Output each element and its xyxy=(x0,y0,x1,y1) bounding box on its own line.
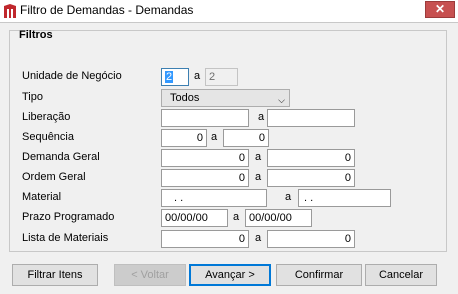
ordem-geral-label: Ordem Geral xyxy=(22,171,86,183)
lista-range-separator: a xyxy=(255,232,262,244)
material-range-separator: a xyxy=(285,191,292,203)
prazo-from-input[interactable]: 00/00/00 xyxy=(161,209,228,227)
sequencia-to-input[interactable]: 0 xyxy=(223,129,269,147)
prazo-label: Prazo Programado xyxy=(22,211,115,223)
liberacao-to-input[interactable] xyxy=(267,109,355,127)
demanda-geral-label: Demanda Geral xyxy=(22,151,100,163)
ordem-geral-range-separator: a xyxy=(255,171,262,183)
tipo-select-value: Todos xyxy=(170,92,200,104)
material-to-input[interactable]: . . xyxy=(298,189,391,207)
sequencia-label: Sequência xyxy=(22,131,74,143)
prazo-range-separator: a xyxy=(233,211,240,223)
material-from-input[interactable]: . . xyxy=(161,189,267,207)
tipo-label: Tipo xyxy=(22,91,43,103)
demanda-geral-to-input[interactable]: 0 xyxy=(267,149,355,167)
unidade-range-separator: a xyxy=(194,70,201,82)
prazo-to-input[interactable]: 00/00/00 xyxy=(245,209,312,227)
sequencia-from-input[interactable]: 0 xyxy=(161,129,207,147)
unidade-to-input: 2 xyxy=(205,68,238,86)
ordem-geral-from-input[interactable]: 0 xyxy=(161,169,249,187)
lista-to-input[interactable]: 0 xyxy=(267,230,355,248)
close-button[interactable]: ✕ xyxy=(425,1,455,18)
demanda-geral-from-input[interactable]: 0 xyxy=(161,149,249,167)
close-icon: ✕ xyxy=(434,2,446,16)
lista-label: Lista de Materiais xyxy=(22,232,109,244)
unidade-from-value: 2 xyxy=(165,71,174,83)
unidade-label: Unidade de Negócio xyxy=(22,70,122,82)
demanda-geral-range-separator: a xyxy=(255,151,262,163)
window-title: Filtro de Demandas - Demandas xyxy=(20,3,194,17)
ordem-geral-to-input[interactable]: 0 xyxy=(267,169,355,187)
cancelar-button[interactable]: Cancelar xyxy=(365,264,437,286)
filtrar-itens-button[interactable]: Filtrar Itens xyxy=(12,264,98,286)
avancar-button[interactable]: Avançar > xyxy=(189,264,271,286)
chevron-down-icon: ⌵ xyxy=(278,95,285,105)
liberacao-from-input[interactable] xyxy=(161,109,249,127)
liberacao-range-separator: a xyxy=(258,111,265,123)
voltar-button: < Voltar xyxy=(114,264,186,286)
lista-from-input[interactable]: 0 xyxy=(161,230,249,248)
unidade-from-input[interactable]: 2 xyxy=(161,68,189,86)
filters-group-title: Filtros xyxy=(19,29,53,41)
title-divider xyxy=(0,22,458,23)
sequencia-range-separator: a xyxy=(211,131,218,143)
app-logo-icon xyxy=(3,3,17,19)
liberacao-label: Liberação xyxy=(22,111,71,123)
tipo-select[interactable]: Todos ⌵ xyxy=(161,89,290,107)
confirmar-button[interactable]: Confirmar xyxy=(276,264,362,286)
material-label: Material xyxy=(22,191,62,203)
title-bar: Filtro de Demandas - Demandas ✕ xyxy=(0,0,458,22)
